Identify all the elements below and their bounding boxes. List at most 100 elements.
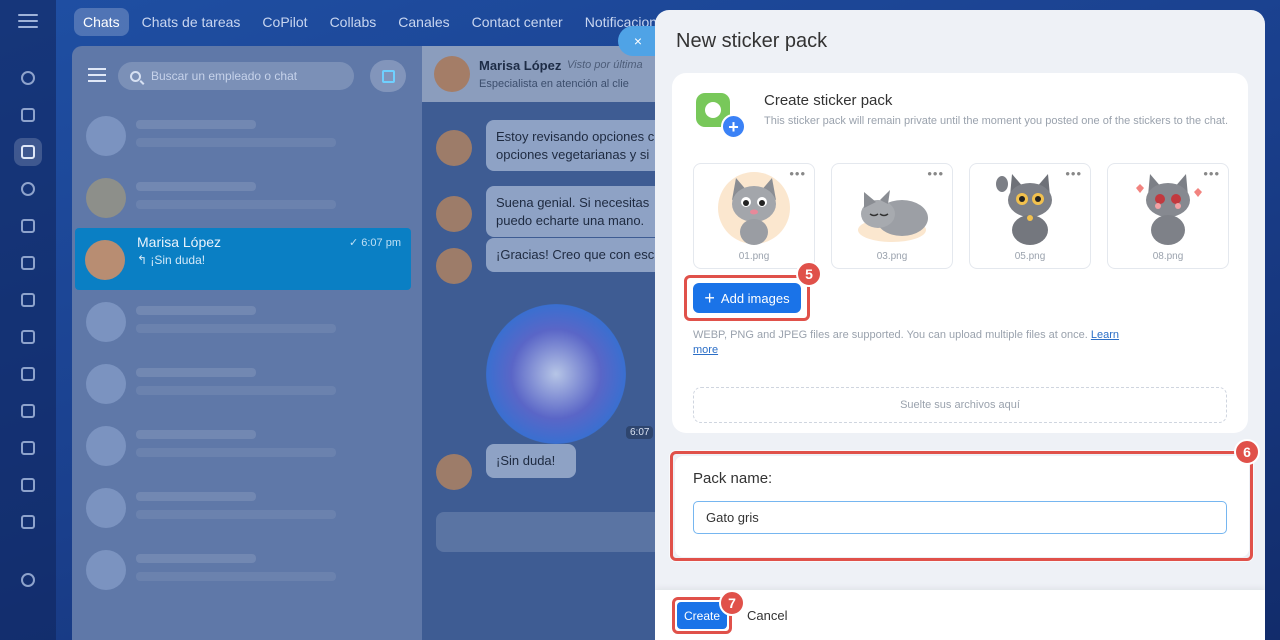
feed-icon[interactable] — [14, 64, 42, 92]
chat-list-header — [72, 46, 422, 104]
list-item[interactable] — [72, 538, 422, 600]
sticker-filename: 03.png — [876, 251, 908, 262]
sticker-thumb[interactable]: ••• 08.png — [1107, 163, 1229, 269]
sticker-message[interactable] — [486, 304, 626, 444]
close-panel-button[interactable]: × — [618, 26, 658, 56]
funnel-icon[interactable] — [14, 471, 42, 499]
checklist-icon[interactable] — [14, 434, 42, 462]
list-item[interactable] — [72, 352, 422, 414]
add-images-button[interactable]: + Add images — [693, 283, 801, 313]
avatar[interactable] — [434, 56, 470, 92]
sticker-filename: 01.png — [738, 251, 770, 262]
pack-name-input[interactable] — [693, 501, 1227, 534]
avatar — [85, 240, 125, 280]
sticker-filename: 08.png — [1152, 251, 1184, 262]
pack-name-card: Pack name: — [675, 456, 1249, 557]
cancel-button[interactable]: Cancel — [747, 602, 787, 629]
tab-channels[interactable]: Canales — [389, 8, 458, 36]
avatar — [86, 488, 126, 528]
message-bubble[interactable]: Estoy revisando opciones c opciones vege… — [486, 120, 676, 172]
message-bubble[interactable]: Suena genial. Si necesitas puedo echarte… — [486, 186, 676, 238]
list-item[interactable] — [72, 290, 422, 352]
new-sticker-pack-panel: New sticker pack + Create sticker pack T… — [655, 10, 1265, 640]
chat-list-panel: Marisa López ✓ 6:07 pm ↰ ¡Sin duda! — [72, 46, 422, 640]
conversation-panel: Marisa López Visto por última Especialis… — [422, 46, 676, 640]
file-dropzone[interactable]: Suelte sus archivos aquí — [693, 387, 1227, 423]
more-icon[interactable]: ••• — [1065, 166, 1082, 181]
message-bubble[interactable]: ¡Gracias! Creo que con esc — [486, 238, 676, 272]
menu-icon[interactable] — [18, 14, 38, 28]
documents-icon[interactable] — [14, 249, 42, 277]
tab-chats[interactable]: Chats — [74, 8, 129, 36]
chat-name: Marisa López — [137, 234, 222, 250]
message-time: 6:07 — [626, 426, 654, 439]
settings-icon[interactable] — [14, 566, 42, 594]
message-composer[interactable] — [436, 512, 666, 552]
chat-preview: ↰ ¡Sin duda! — [137, 253, 206, 267]
panel-title: New sticker pack — [676, 30, 828, 52]
sticker-thumb[interactable]: ••• 03.png — [831, 163, 953, 269]
tab-task-chats[interactable]: Chats de tareas — [133, 8, 250, 36]
sleeping-cat-sticker-icon — [858, 190, 928, 242]
avatar — [436, 248, 472, 284]
list-item[interactable] — [72, 476, 422, 538]
card-title: Create sticker pack — [764, 92, 893, 109]
copilot-icon[interactable] — [14, 175, 42, 203]
waving-cat-sticker-icon — [996, 174, 1052, 245]
cat-sticker-icon — [718, 172, 790, 245]
compose-icon — [381, 69, 395, 83]
more-icon[interactable]: ••• — [927, 166, 944, 181]
new-chat-button[interactable] — [370, 60, 406, 92]
sticker-thumb[interactable]: ••• 05.png — [969, 163, 1091, 269]
card-description: This sticker pack will remain private un… — [764, 115, 1229, 127]
step-badge: 7 — [719, 590, 745, 616]
supported-formats-text: WEBP, PNG and JPEG files are supported. … — [693, 329, 1120, 357]
more-icon[interactable]: ••• — [1203, 166, 1220, 181]
list-item[interactable] — [72, 104, 422, 166]
video-icon[interactable] — [14, 286, 42, 314]
pack-name-label: Pack name: — [693, 470, 773, 487]
sticker-thumb[interactable]: ••• 01.png — [693, 163, 815, 269]
step-badge: 5 — [796, 261, 822, 287]
tasks-icon[interactable] — [14, 101, 42, 129]
search-box[interactable] — [118, 62, 354, 90]
add-images-label: Add images — [720, 290, 790, 306]
groups-icon[interactable] — [14, 508, 42, 536]
filter-icon[interactable] — [88, 68, 106, 82]
loving-cat-sticker-icon — [1136, 174, 1202, 245]
avatar — [436, 130, 472, 166]
chats-icon[interactable] — [14, 138, 42, 166]
tab-copilot[interactable]: CoPilot — [253, 8, 316, 36]
list-item[interactable] — [72, 166, 422, 228]
avatar — [86, 302, 126, 342]
search-input[interactable] — [151, 69, 331, 83]
contact-role: Especialista en atención al clie — [479, 78, 629, 90]
search-icon — [130, 70, 141, 82]
contact-name[interactable]: Marisa López — [479, 58, 561, 73]
crm-icon[interactable] — [14, 323, 42, 351]
last-seen: Visto por última — [567, 59, 643, 71]
plus-icon: + — [704, 288, 715, 308]
avatar — [86, 550, 126, 590]
sticker-filename: 05.png — [1014, 251, 1046, 262]
list-item[interactable] — [72, 414, 422, 476]
tab-collabs[interactable]: Collabs — [321, 8, 386, 36]
top-tabs: Chats Chats de tareas CoPilot Collabs Ca… — [74, 8, 681, 36]
calendar-icon[interactable] — [14, 212, 42, 240]
create-pack-card: + Create sticker pack This sticker pack … — [672, 73, 1248, 433]
left-rail — [0, 0, 56, 640]
avatar — [86, 178, 126, 218]
list-item-selected[interactable]: Marisa López ✓ 6:07 pm ↰ ¡Sin duda! — [75, 228, 411, 290]
avatar — [86, 364, 126, 404]
panel-footer: Create Cancel 7 — [655, 590, 1265, 640]
avatar — [436, 196, 472, 232]
avatar — [86, 426, 126, 466]
mail-icon[interactable] — [14, 360, 42, 388]
avatar — [86, 116, 126, 156]
more-icon[interactable]: ••• — [789, 166, 806, 181]
message-bubble[interactable]: ¡Sin duda! — [486, 444, 576, 478]
employees-icon[interactable] — [14, 397, 42, 425]
tab-contact-center[interactable]: Contact center — [463, 8, 572, 36]
step-badge: 6 — [1234, 439, 1260, 465]
chat-time: ✓ 6:07 pm — [348, 237, 401, 249]
